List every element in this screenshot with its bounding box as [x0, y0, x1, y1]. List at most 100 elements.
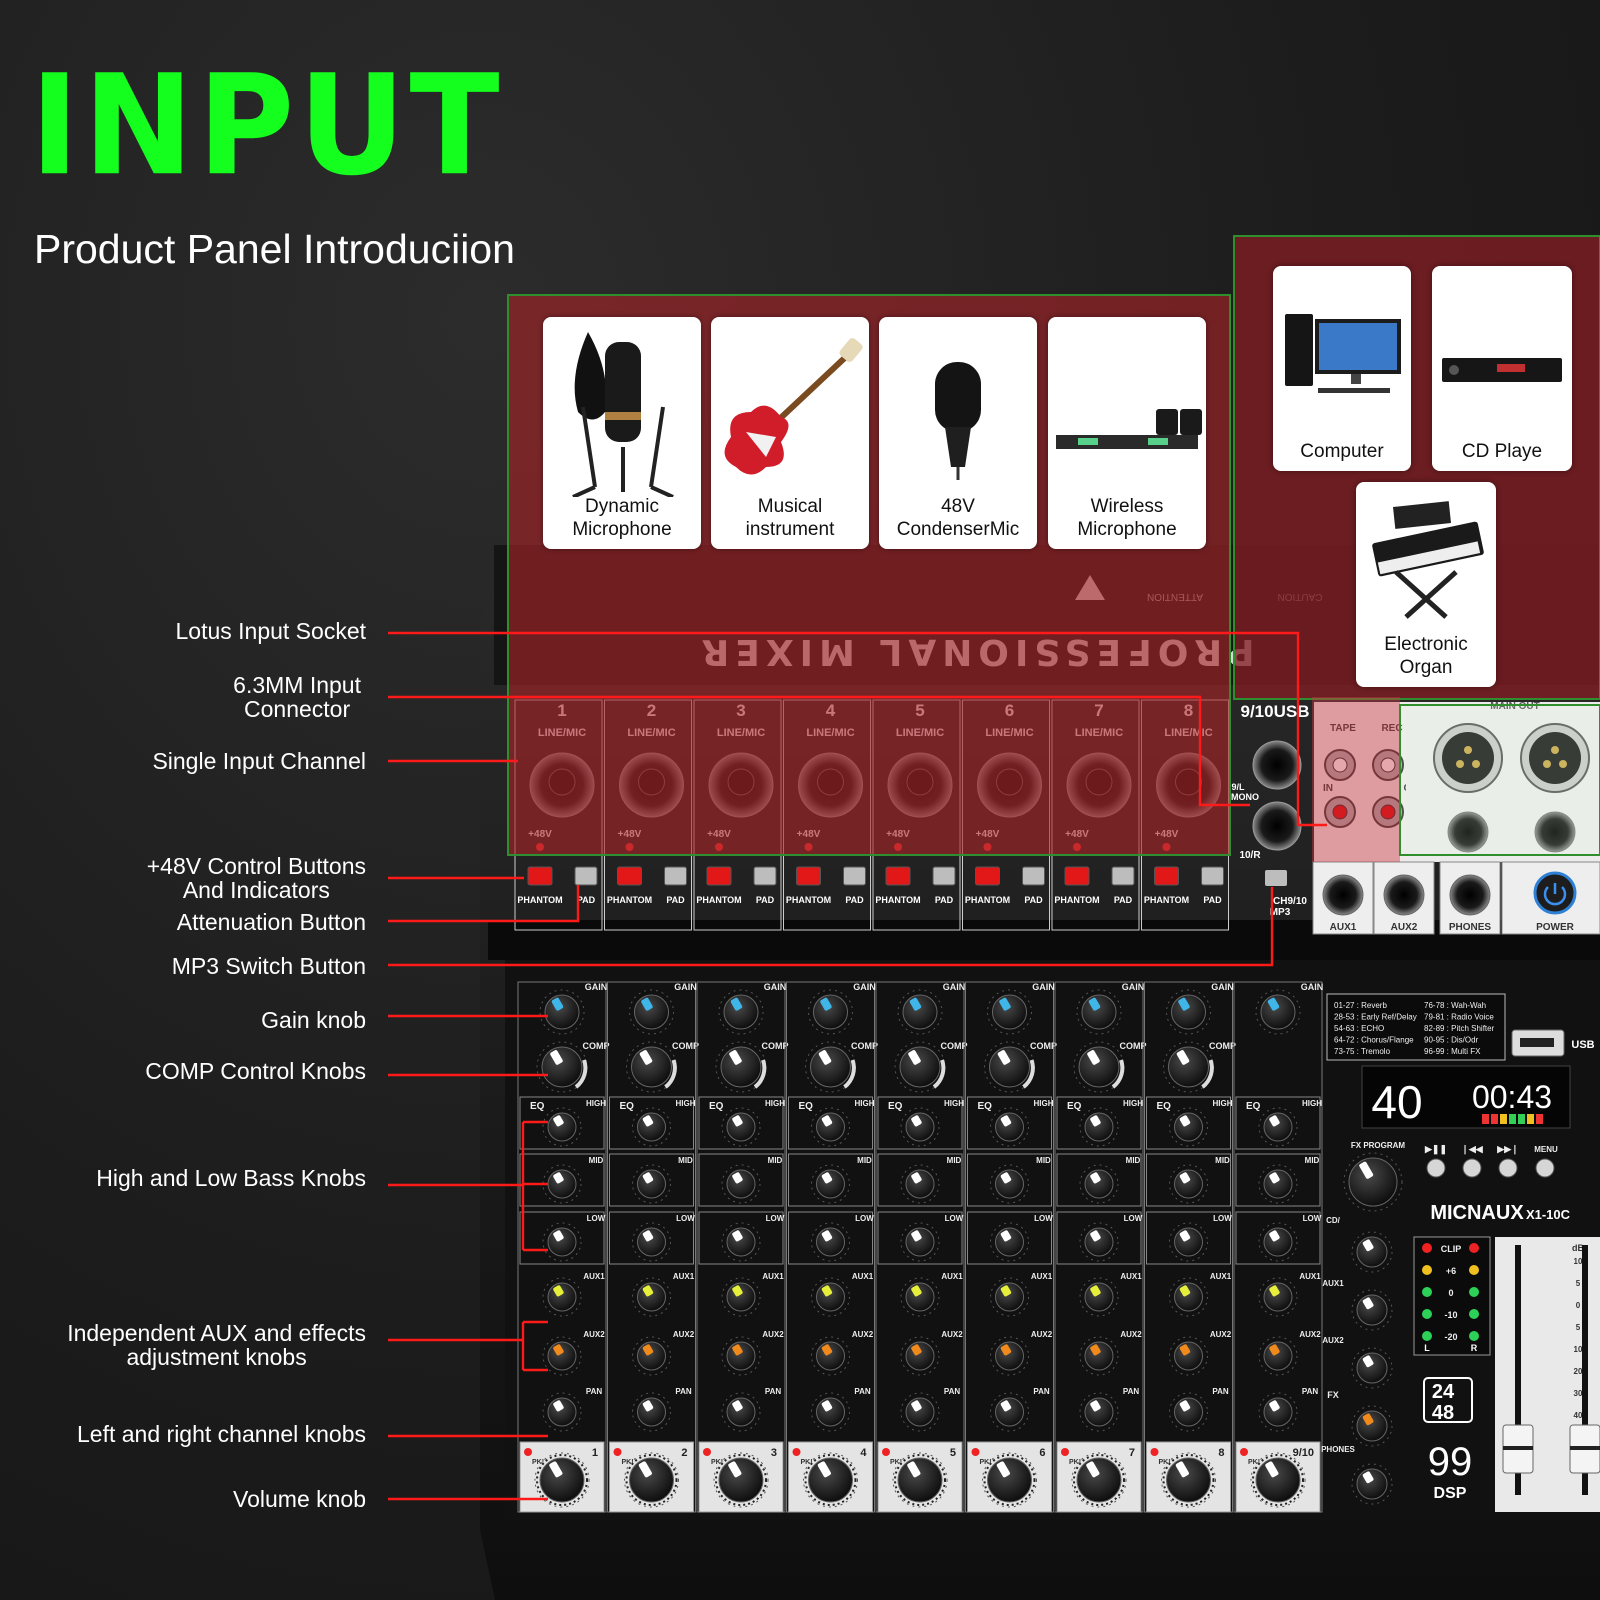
volume-knob-8[interactable]: [1166, 1457, 1211, 1503]
phones-level-knob[interactable]: [1356, 1468, 1388, 1500]
aux1-knob-4[interactable]: [816, 1282, 845, 1312]
eq-mid-knob-5[interactable]: [905, 1169, 935, 1199]
eq-high-knob-3[interactable]: [726, 1112, 756, 1142]
aux2-knob-5[interactable]: [905, 1341, 935, 1371]
gain-knob-3[interactable]: [723, 994, 759, 1030]
aux2-knob-8[interactable]: [1174, 1341, 1203, 1371]
pan-knob-5[interactable]: [905, 1397, 935, 1427]
eq-high-knob-1[interactable]: [547, 1112, 577, 1142]
eq-high-knob-4[interactable]: [816, 1112, 845, 1142]
eq-mid-knob-3[interactable]: [726, 1169, 756, 1199]
pan-knob-7[interactable]: [1084, 1397, 1114, 1427]
eq-mid-knob-6[interactable]: [995, 1169, 1024, 1199]
comp-knob-2[interactable]: [631, 1046, 672, 1088]
aux2-knob-6[interactable]: [995, 1341, 1024, 1371]
pad-button-6[interactable]: [1022, 866, 1045, 886]
eq-low-knob-4[interactable]: [816, 1227, 845, 1257]
gain-knob-4[interactable]: [813, 994, 848, 1030]
gain-knob-8[interactable]: [1171, 994, 1206, 1030]
phantom-button-3[interactable]: [706, 866, 732, 886]
mp3-switch-button[interactable]: [1265, 870, 1287, 886]
pad-button-7[interactable]: [1111, 866, 1135, 886]
fx-program-knob[interactable]: [1348, 1157, 1398, 1207]
eq-high-knob-9[interactable]: [1263, 1112, 1293, 1142]
pad-button-8[interactable]: [1201, 866, 1224, 886]
aux1-send-knob[interactable]: [1356, 1294, 1388, 1326]
comp-knob-4[interactable]: [810, 1046, 851, 1088]
comp-knob-5[interactable]: [899, 1046, 941, 1088]
comp-knob-6[interactable]: [989, 1046, 1030, 1088]
pan-knob-2[interactable]: [637, 1397, 666, 1427]
aux2-send-knob[interactable]: [1356, 1352, 1388, 1384]
aux1-knob-8[interactable]: [1174, 1282, 1203, 1312]
volume-knob-4[interactable]: [808, 1457, 853, 1503]
pad-button-2[interactable]: [664, 866, 687, 886]
transport-button-1[interactable]: [1426, 1158, 1446, 1178]
pad-button-4[interactable]: [843, 866, 866, 886]
phantom-button-4[interactable]: [796, 866, 821, 886]
aux2-knob-7[interactable]: [1084, 1341, 1114, 1371]
eq-mid-knob-2[interactable]: [637, 1169, 666, 1199]
eq-high-knob-5[interactable]: [905, 1112, 935, 1142]
eq-low-knob-2[interactable]: [637, 1227, 666, 1257]
aux1-knob-1[interactable]: [547, 1282, 577, 1312]
eq-low-knob-5[interactable]: [905, 1227, 935, 1257]
aux1-knob-6[interactable]: [995, 1282, 1024, 1312]
eq-mid-knob-7[interactable]: [1084, 1169, 1114, 1199]
eq-low-knob-8[interactable]: [1174, 1227, 1203, 1257]
pan-knob-9[interactable]: [1263, 1397, 1293, 1427]
aux2-jack[interactable]: [1383, 874, 1425, 916]
eq-low-knob-7[interactable]: [1084, 1227, 1114, 1257]
pan-knob-1[interactable]: [547, 1397, 577, 1427]
transport-button-2[interactable]: [1462, 1158, 1482, 1178]
volume-knob-2[interactable]: [629, 1457, 674, 1503]
phantom-button-8[interactable]: [1154, 866, 1179, 886]
volume-knob-7[interactable]: [1076, 1457, 1122, 1503]
pan-knob-3[interactable]: [726, 1397, 756, 1427]
pad-button-3[interactable]: [753, 866, 777, 886]
aux1-knob-5[interactable]: [905, 1282, 935, 1312]
aux1-knob-3[interactable]: [726, 1282, 756, 1312]
pad-button-1[interactable]: [574, 866, 598, 886]
comp-knob-3[interactable]: [720, 1046, 762, 1088]
aux1-jack[interactable]: [1322, 874, 1364, 916]
comp-knob-8[interactable]: [1168, 1046, 1209, 1088]
pan-knob-8[interactable]: [1174, 1397, 1203, 1427]
right-jack[interactable]: [1252, 801, 1302, 851]
phones-jack[interactable]: [1449, 874, 1491, 916]
volume-knob-5[interactable]: [897, 1457, 943, 1503]
phantom-button-2[interactable]: [617, 866, 642, 886]
cd-tape-knob[interactable]: [1356, 1236, 1388, 1268]
pan-knob-4[interactable]: [816, 1397, 845, 1427]
phantom-button-6[interactable]: [975, 866, 1000, 886]
volume-knob-1[interactable]: [539, 1457, 585, 1503]
phantom-button-5[interactable]: [885, 866, 911, 886]
gain-knob-9[interactable]: [1260, 994, 1296, 1030]
eq-low-knob-6[interactable]: [995, 1227, 1024, 1257]
aux2-knob-3[interactable]: [726, 1341, 756, 1371]
aux2-knob-1[interactable]: [547, 1341, 577, 1371]
eq-high-knob-2[interactable]: [637, 1112, 666, 1142]
gain-knob-2[interactable]: [634, 994, 669, 1030]
aux1-knob-2[interactable]: [637, 1282, 666, 1312]
volume-knob-6[interactable]: [987, 1457, 1032, 1503]
gain-knob-6[interactable]: [992, 994, 1027, 1030]
aux1-knob-9[interactable]: [1263, 1282, 1293, 1312]
eq-low-knob-1[interactable]: [547, 1227, 577, 1257]
gain-knob-7[interactable]: [1081, 994, 1117, 1030]
eq-high-knob-8[interactable]: [1174, 1112, 1203, 1142]
comp-knob-7[interactable]: [1078, 1046, 1120, 1088]
eq-low-knob-3[interactable]: [726, 1227, 756, 1257]
volume-knob-3[interactable]: [718, 1457, 764, 1503]
fx-return-knob[interactable]: [1356, 1410, 1388, 1442]
eq-high-knob-7[interactable]: [1084, 1112, 1114, 1142]
pan-knob-6[interactable]: [995, 1397, 1024, 1427]
phantom-button-7[interactable]: [1064, 866, 1090, 886]
aux2-knob-2[interactable]: [637, 1341, 666, 1371]
volume-knob-9[interactable]: [1255, 1457, 1301, 1503]
eq-high-knob-6[interactable]: [995, 1112, 1024, 1142]
eq-low-knob-9[interactable]: [1263, 1227, 1293, 1257]
transport-button-3[interactable]: [1498, 1158, 1518, 1178]
gain-knob-5[interactable]: [902, 994, 938, 1030]
eq-mid-knob-1[interactable]: [547, 1169, 577, 1199]
